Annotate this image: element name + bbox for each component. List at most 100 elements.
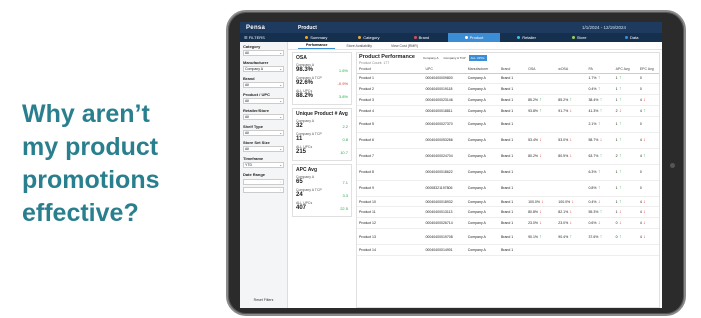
- tab-retailer[interactable]: Retailer: [500, 33, 553, 42]
- column-header[interactable]: PA: [586, 65, 614, 74]
- table-cell: Product 10: [357, 196, 424, 208]
- tab-label: Product: [469, 35, 484, 40]
- arrow-up-icon: ↑: [617, 153, 622, 160]
- tab-category[interactable]: Category: [343, 33, 396, 42]
- column-header[interactable]: Brand: [498, 65, 527, 74]
- subtab[interactable]: Store Availability: [338, 43, 380, 49]
- table-cell: Product 9: [357, 180, 424, 197]
- start-date-field[interactable]: ▫: [243, 179, 284, 185]
- filter-label: Store Set Size: [243, 140, 270, 145]
- scope-toggles: Company A Company A TCP ALL UPCs: [421, 54, 488, 61]
- promo-graphic: Why aren’t my product promotions effecti…: [0, 0, 701, 318]
- kpi-row: ALL UPCs 88.2% 3.8%: [296, 89, 348, 99]
- column-header[interactable]: Manufacturer: [465, 65, 499, 74]
- kpi-value: 92.6%: [296, 80, 314, 86]
- table-cell: 4 ↓: [637, 217, 659, 230]
- headline-line: my product: [22, 133, 159, 161]
- table-cell: Product 1: [357, 73, 424, 85]
- table-row[interactable]: Product 7 00040400024704 Company A Brand 1 8…: [357, 148, 659, 165]
- table-cell: 1 ↑: [613, 116, 638, 133]
- cell-value: Company A: [467, 122, 486, 127]
- filter-select[interactable]: All ⌄: [243, 98, 284, 104]
- filter-select[interactable]: Company A ⌄: [243, 66, 284, 72]
- table-row[interactable]: Product 6 00040400053266 Company A Brand 1 5…: [357, 132, 659, 149]
- filter-select[interactable]: All ⌄: [243, 50, 284, 56]
- cell-value: 00040400018811: [425, 108, 453, 113]
- cell-value: 00040400027370: [425, 122, 453, 127]
- tab-icon: [517, 36, 521, 39]
- filter-select[interactable]: All ⌄: [243, 146, 284, 152]
- table-cell: [556, 244, 587, 256]
- tab-brand[interactable]: Brand: [395, 33, 448, 42]
- kpi-left: ALL UPCs 215: [296, 145, 312, 155]
- cell-value: Brand 1: [500, 154, 514, 159]
- kpi-title: OSA: [296, 55, 307, 61]
- arrow-down-icon: ↓: [641, 96, 646, 103]
- table-cell: 4 ↑: [637, 148, 659, 165]
- table-row[interactable]: Product 5 00040400027370 Company A Brand 1 2…: [357, 116, 659, 133]
- arrow-down-icon: ↓: [598, 137, 603, 144]
- arrow-down-icon: ↓: [538, 209, 542, 216]
- filter-select[interactable]: All ⌄: [243, 114, 284, 120]
- table-cell: [586, 244, 614, 256]
- column-header[interactable]: UPC: [423, 65, 466, 74]
- table-row[interactable]: Product 1 00040400009800 Company A Brand 1 1…: [357, 73, 659, 85]
- table-row[interactable]: Product 3 00040400023146 Company A Brand 1 8…: [357, 94, 659, 106]
- arrow-down-icon: ↓: [617, 107, 622, 114]
- table-cell: Brand 1: [498, 164, 527, 181]
- tab-data[interactable]: Data: [605, 33, 658, 42]
- column-header[interactable]: APC Avg: [613, 65, 638, 74]
- table-row[interactable]: Product 8 00040400018622 Company A Brand 1 6…: [357, 164, 659, 181]
- kpi-value: 65: [296, 179, 303, 185]
- tab-label: Brand: [418, 35, 430, 40]
- subtab[interactable]: Performance: [298, 42, 336, 49]
- date-range-filter: Date Range ▫ ▫: [243, 172, 284, 193]
- cell-value: Brand 1: [500, 122, 514, 127]
- table-cell: 0 ↓: [613, 217, 638, 230]
- column-header[interactable]: OSA: [526, 65, 557, 74]
- filter-select[interactable]: All ⌄: [243, 130, 284, 136]
- table-row[interactable]: Product 9 00008321197806 Company A Brand 1 0…: [357, 180, 659, 197]
- table-row[interactable]: Product 14 00040400014901 Company A Brand 1: [357, 244, 659, 256]
- table-cell: 00040400019118: [423, 83, 466, 96]
- cell-value: 37.6%: [588, 234, 599, 239]
- column-header[interactable]: EPC Avg: [637, 65, 659, 74]
- tab-product[interactable]: Product: [447, 33, 501, 42]
- table-row[interactable]: Product 2 00040400019118 Company A Brand 1 0…: [357, 83, 659, 96]
- cell-value: 38.4%: [588, 97, 599, 102]
- table-row[interactable]: Product 11 00040400013113 Company A Brand 1…: [357, 206, 659, 219]
- column-header[interactable]: wOSA: [556, 65, 587, 74]
- filters-toggle[interactable]: ☰ FILTERS: [244, 35, 290, 40]
- filter-select[interactable]: YTD ⌄: [243, 162, 284, 168]
- filter-value: All: [245, 51, 249, 55]
- kpi-card: APC Avg Company A 65 7.1 Company A TCP 24 3.3 A…: [292, 164, 352, 217]
- filter-category: Category All ⌄: [243, 44, 284, 56]
- filter-product-upc: Product / UPC All ⌄: [243, 92, 284, 104]
- subtab[interactable]: View Cost (RMR): [383, 43, 426, 49]
- table-row[interactable]: Product 10 00040400018932 Company A Brand 1…: [357, 196, 659, 208]
- scope-toggle[interactable]: Company A TCP: [442, 55, 468, 61]
- scope-toggle[interactable]: ALL UPCs: [468, 54, 487, 61]
- table-row[interactable]: Product 4 00040400018811 Company A Brand 1 9…: [357, 105, 659, 117]
- tab-summary[interactable]: Summary: [290, 33, 343, 42]
- end-date-field[interactable]: ▫: [243, 187, 284, 193]
- table-cell: Company A: [465, 196, 499, 208]
- tab-store[interactable]: Store: [553, 33, 606, 42]
- reset-filters-button[interactable]: Reset Filters: [243, 298, 284, 302]
- kpi-row: Company A TCP 24 3.3: [296, 188, 348, 198]
- app-logo[interactable]: Pensa: [246, 25, 298, 31]
- cell-value: Company A: [467, 138, 486, 143]
- arrow-down-icon: ↓: [596, 220, 601, 227]
- table-cell: [556, 83, 587, 96]
- table-cell: Company A: [465, 206, 499, 219]
- table-cell: Product 5: [357, 116, 424, 133]
- column-header[interactable]: Product: [357, 65, 424, 74]
- cell-value: 00040400026714: [425, 221, 453, 226]
- cell-value: Brand 1: [500, 221, 514, 226]
- tablet-camera: [670, 163, 675, 168]
- filter-select[interactable]: All ⌄: [243, 82, 284, 88]
- table-row[interactable]: Product 13 00040400019708 Company A Brand 1…: [357, 228, 659, 246]
- scope-toggle[interactable]: Company A: [421, 55, 441, 61]
- table-cell: 00040400018622: [423, 164, 466, 181]
- table-row[interactable]: Product 12 00040400026714 Company A Brand 1…: [357, 217, 659, 230]
